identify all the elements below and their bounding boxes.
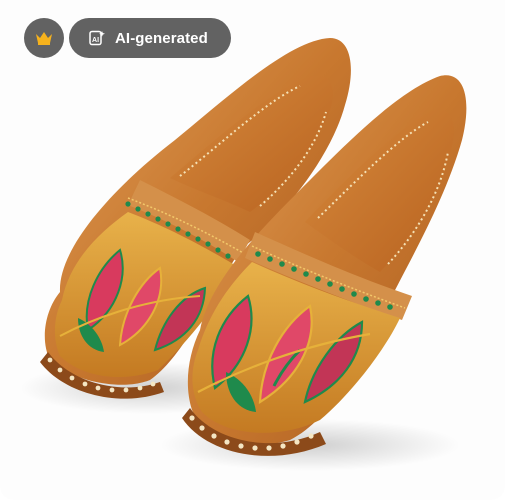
image-card: AI AI-generated	[0, 0, 505, 500]
svg-text:AI: AI	[92, 37, 99, 44]
premium-badge[interactable]	[24, 18, 64, 58]
product-image	[20, 38, 467, 471]
ai-generated-label: AI-generated	[115, 29, 208, 47]
crown-icon	[36, 32, 52, 45]
ai-sparkle-icon: AI	[89, 30, 105, 46]
ai-generated-tag[interactable]: AI AI-generated	[69, 18, 231, 58]
